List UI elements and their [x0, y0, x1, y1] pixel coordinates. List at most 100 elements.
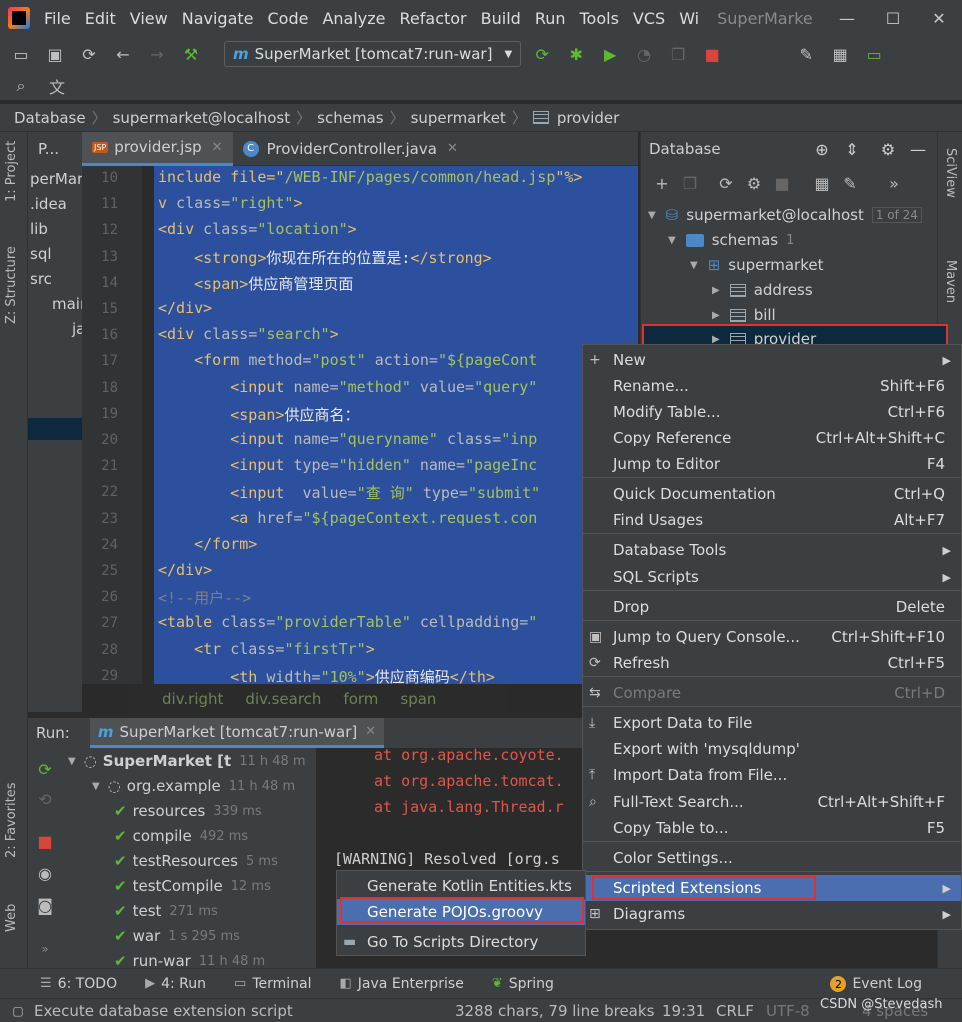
menu-item-refresh[interactable]: ⟳ Refresh Ctrl+F5 — [583, 650, 961, 676]
run-tree-item[interactable]: ▼ ◌ org.example 11 h 48 m — [92, 777, 295, 795]
stop-icon[interactable]: ■ — [701, 43, 723, 65]
project-structure-icon[interactable]: ▦ — [829, 43, 851, 65]
todo-tool-button[interactable]: ☰ 6: TODO — [40, 976, 117, 992]
code-editor[interactable]: 10 11 12 13 14 15 16 17 18 19 20 21 22 23 24 25 26 27 28 29… — [82, 166, 638, 684]
editor-crumb[interactable]: span — [400, 690, 436, 708]
menu-item-sql-scripts[interactable]: SQL Scripts ▶ — [583, 564, 961, 590]
minimize-icon[interactable]: — — [824, 9, 870, 28]
run-tree-item[interactable]: ✔ war 1 s 295 ms — [114, 927, 240, 945]
crumb-table[interactable]: provider — [557, 109, 620, 127]
tree-table-address[interactable]: ▶ address — [712, 281, 813, 299]
terminal-tool-button[interactable]: ▭ Terminal — [234, 976, 311, 992]
menu-code[interactable]: Code — [268, 9, 309, 28]
favorites-tool-tab[interactable]: 2: Favorites — [4, 782, 19, 858]
menu-item-rename[interactable]: Rename... Shift+F6 — [583, 373, 961, 399]
run-tree-item[interactable]: ✔ resources 339 ms — [114, 802, 262, 820]
menu-item-copy-table-to[interactable]: Copy Table to... F5 — [583, 815, 961, 841]
crumb-datasource[interactable]: supermarket@localhost — [113, 109, 291, 127]
project-item[interactable]: src — [30, 270, 52, 288]
run-tree-item[interactable]: ▼ ◌ SuperMarket [t 11 h 48 m — [68, 752, 306, 770]
run-tab[interactable]: m SuperMarket [tomcat7:run-war] ✕ — [89, 718, 385, 748]
close-icon[interactable]: ✕ — [916, 9, 962, 28]
menu-item-import-data-from-file[interactable]: ⤒ Import Data from File... — [583, 762, 961, 788]
gear-icon[interactable]: ⚙ — [877, 138, 899, 160]
menu-item-full-text-search[interactable]: ⌕ Full-Text Search... Ctrl+Alt+Shift+F — [583, 789, 961, 815]
spring-tool-button[interactable]: ❦ Spring — [492, 976, 554, 992]
run-tree-item[interactable]: ✔ compile 492 ms — [114, 827, 248, 845]
event-log-button[interactable]: 2 Event Log — [830, 969, 922, 999]
menu-file[interactable]: File — [44, 9, 71, 28]
refresh-icon[interactable]: ⟳ — [715, 172, 737, 194]
menu-build[interactable]: Build — [481, 9, 521, 28]
rerun-icon[interactable]: ⟳ — [34, 758, 56, 780]
project-tool-tab[interactable]: 1: Project — [4, 141, 19, 202]
project-item[interactable]: lib — [30, 220, 48, 238]
maven-tool-tab[interactable]: Maven — [943, 260, 958, 303]
stop-icon[interactable]: ■ — [771, 172, 793, 194]
schema-settings-icon[interactable]: ⚙ — [743, 172, 765, 194]
search-icon[interactable]: ⌕ — [10, 75, 32, 97]
crumb-schemas[interactable]: schemas — [317, 109, 383, 127]
translate-icon[interactable]: 文 — [46, 75, 68, 97]
status-icon[interactable]: ▢ — [10, 1003, 26, 1019]
menu-item-new[interactable]: + New ▶ — [583, 347, 961, 373]
profile-icon[interactable]: ◔ — [633, 43, 655, 65]
close-tab-icon[interactable]: ✕ — [365, 724, 376, 739]
project-item[interactable]: sql — [30, 245, 52, 263]
tree-datasource[interactable]: ▼ ⛁ supermarket@localhost 1 of 24 — [648, 206, 922, 224]
close-tab-icon[interactable]: ✕ — [447, 141, 458, 156]
stop-icon[interactable]: ■ — [34, 830, 56, 852]
sync-icon[interactable]: ⟳ — [78, 43, 100, 65]
menu-navigate[interactable]: Navigate — [182, 9, 254, 28]
maximize-icon[interactable]: ☐ — [870, 9, 916, 28]
menu-item-quick-documentation[interactable]: Quick Documentation Ctrl+Q — [583, 481, 961, 507]
run-config-dropdown[interactable]: m SuperMarket [tomcat7:run-war] ▼ — [224, 41, 522, 67]
build-hammer-icon[interactable]: ⚒ — [180, 43, 202, 65]
project-item[interactable]: main — [52, 295, 82, 313]
tree-table-bill[interactable]: ▶ bill — [712, 306, 776, 324]
run-tool-button[interactable]: ▶ 4: Run — [145, 976, 206, 992]
run-tree-item[interactable]: ✔ testCompile 12 ms — [114, 877, 271, 895]
menu-item-diagrams[interactable]: ⊞ Diagrams ▶ — [583, 901, 961, 927]
tree-schema[interactable]: ▼ ⊞ supermarket — [690, 256, 824, 274]
open-folder-icon[interactable]: ▭ — [10, 43, 32, 65]
structure-tool-tab[interactable]: Z: Structure — [4, 246, 19, 324]
menu-run[interactable]: Run — [535, 9, 566, 28]
status-chars[interactable]: 3288 chars, 79 line breaks — [455, 1002, 654, 1020]
editor-crumb[interactable]: div.right — [162, 690, 223, 708]
tree-schemas[interactable]: ▼ schemas 1 — [668, 231, 794, 249]
menu-item-generate-kotlin[interactable]: Generate Kotlin Entities.kts — [337, 873, 585, 899]
collapse-icon[interactable]: ⇕ — [841, 138, 863, 160]
menu-item-drop[interactable]: Drop Delete — [583, 594, 961, 620]
hide-panel-icon[interactable]: — — [907, 138, 929, 160]
menu-edit[interactable]: Edit — [85, 9, 116, 28]
tab-provider-controller[interactable]: C ProviderController.java ✕ — [233, 132, 468, 166]
forward-icon[interactable]: → — [146, 43, 168, 65]
menu-item-go-to-scripts[interactable]: ▬ Go To Scripts Directory — [337, 929, 585, 955]
menu-item-database-tools[interactable]: Database Tools ▶ — [583, 537, 961, 563]
run-tree-item[interactable]: ✔ test 271 ms — [114, 902, 218, 920]
menu-item-copy-reference[interactable]: Copy Reference Ctrl+Alt+Shift+C — [583, 425, 961, 451]
rerun-failed-icon[interactable]: ⟲ — [34, 788, 56, 810]
status-encoding[interactable]: UTF-8 — [766, 1002, 810, 1020]
project-item[interactable]: ja — [72, 320, 82, 338]
project-item[interactable]: perMar — [30, 170, 82, 188]
crumb-database[interactable]: Database — [14, 109, 86, 127]
editor-crumb[interactable]: form — [343, 690, 378, 708]
menu-item-export-data-to-file[interactable]: ⤓ Export Data to File — [583, 710, 961, 736]
duplicate-icon[interactable]: ❐ — [679, 172, 701, 194]
menu-tools[interactable]: Tools — [580, 9, 619, 28]
status-position[interactable]: 19:31 — [662, 1002, 705, 1020]
menu-analyze[interactable]: Analyze — [322, 9, 385, 28]
camera-icon[interactable]: ◙ — [34, 894, 56, 916]
expand-more-icon[interactable]: » — [34, 938, 56, 960]
debug-icon[interactable]: ✱ — [565, 43, 587, 65]
menu-window[interactable]: Wi — [679, 9, 699, 28]
target-icon[interactable]: ⊕ — [811, 138, 833, 160]
more-icon[interactable]: » — [883, 172, 905, 194]
copy-icon[interactable]: ❐ — [667, 43, 689, 65]
menu-item-export-with-mysqldump[interactable]: Export with 'mysqldump' — [583, 736, 961, 762]
project-item[interactable]: .idea — [30, 195, 67, 213]
rerun-icon[interactable]: ⟳ — [531, 43, 553, 65]
run-tree-item[interactable]: ✔ run-war 11 h 48 m — [114, 952, 265, 968]
